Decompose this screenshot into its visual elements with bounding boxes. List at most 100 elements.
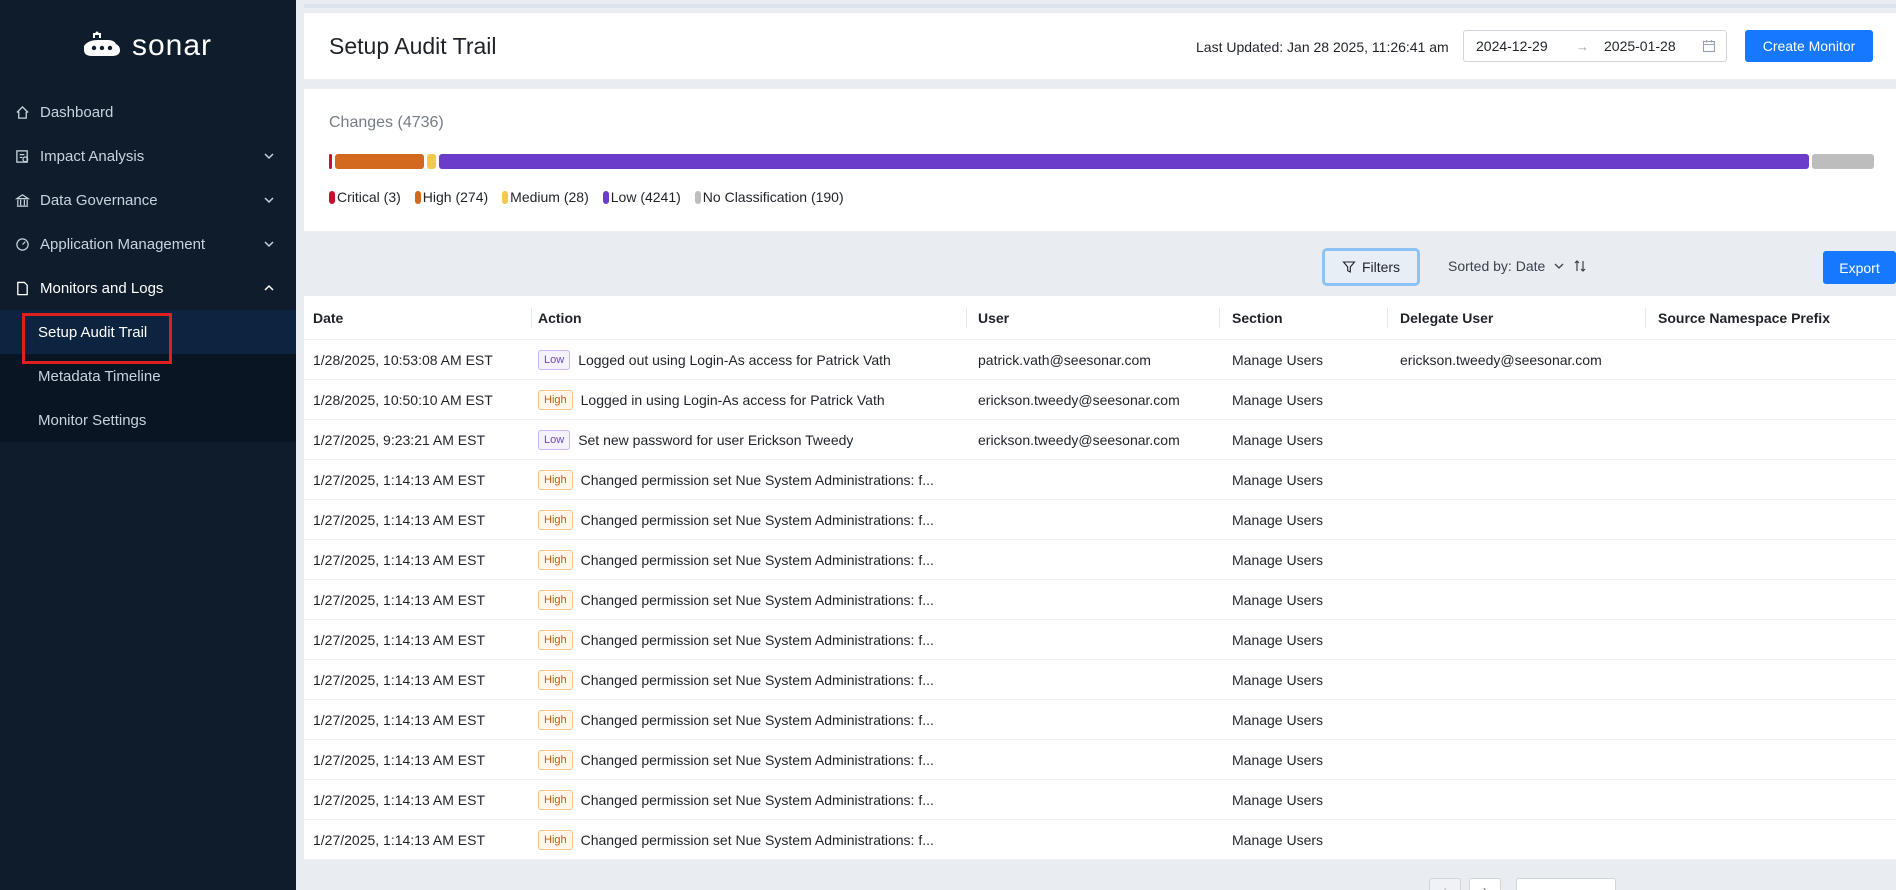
action-text: Changed permission set Nue System Admini… — [580, 831, 934, 848]
main-content: Setup Audit Trail Last Updated: Jan 28 2… — [296, 0, 1896, 890]
cell-date: 1/28/2025, 10:50:10 AM EST — [313, 391, 493, 408]
cell-section: Manage Users — [1232, 791, 1324, 808]
submarine-logo-icon — [84, 31, 120, 56]
last-updated-text: Last Updated: Jan 28 2025, 11:26:41 am — [1196, 39, 1449, 55]
table-row[interactable]: 1/27/2025, 1:14:13 AM EST High Changed per… — [304, 700, 1896, 740]
table-row[interactable]: 1/27/2025, 9:23:21 AM EST Low Set new pass… — [304, 420, 1896, 460]
sidebar-item-impact-analysis[interactable]: Impact Analysis — [0, 134, 296, 178]
date-range-start[interactable]: 2024-12-29 — [1476, 38, 1576, 54]
column-header-action[interactable]: Action — [531, 296, 966, 340]
table-row[interactable]: 1/27/2025, 1:14:13 AM EST High Changed per… — [304, 820, 1896, 860]
legend-item[interactable]: No Classification (190) — [694, 189, 844, 205]
table-row[interactable]: 1/27/2025, 1:14:13 AM EST High Changed per… — [304, 580, 1896, 620]
cell-action: High Changed permission set Nue System Ad… — [531, 829, 966, 850]
file-icon — [14, 280, 30, 296]
action-text: Logged out using Login-As access for Pat… — [578, 351, 891, 368]
severity-badge: High — [538, 669, 573, 690]
sort-control[interactable]: Sorted by: Date — [1448, 258, 1587, 274]
cell-action: High Changed permission set Nue System Ad… — [531, 789, 966, 810]
column-header-date[interactable]: Date — [304, 296, 531, 340]
legend-label: Critical (3) — [337, 189, 401, 205]
bar-segment — [426, 154, 436, 169]
changes-distribution-bar — [329, 154, 1874, 169]
sidebar-item-data-governance[interactable]: Data Governance — [0, 178, 296, 222]
sidebar-subitem-metadata-timeline[interactable]: Metadata Timeline — [0, 354, 296, 398]
page-size-select[interactable] — [1516, 878, 1616, 890]
cell-section: Manage Users — [1232, 391, 1324, 408]
table-row[interactable]: 1/27/2025, 1:14:13 AM EST High Changed per… — [304, 500, 1896, 540]
prev-page-button[interactable]: ‹ — [1429, 878, 1461, 890]
sidebar-item-label: Application Management — [40, 235, 206, 253]
action-text: Changed permission set Nue System Admini… — [580, 551, 934, 568]
legend-item[interactable]: Critical (3) — [329, 189, 401, 205]
logo[interactable]: sonar — [80, 28, 212, 64]
sort-order-icon[interactable] — [1573, 259, 1587, 273]
sidebar-subitem-label: Setup Audit Trail — [38, 323, 148, 341]
table-row[interactable]: 1/27/2025, 1:14:13 AM EST High Changed per… — [304, 660, 1896, 700]
column-header-section[interactable]: Section — [1219, 296, 1387, 340]
chevron-down-icon — [1554, 263, 1564, 269]
severity-badge: High — [538, 749, 573, 770]
column-header-source-namespace-prefix[interactable]: Source Namespace Prefix — [1645, 296, 1896, 340]
action-text: Changed permission set Nue System Admini… — [580, 671, 934, 688]
cell-action: High Changed permission set Nue System Ad… — [531, 749, 966, 770]
chevron-up-icon — [264, 284, 274, 291]
legend-swatch — [329, 190, 335, 204]
column-header-delegate-user[interactable]: Delegate User — [1387, 296, 1645, 340]
cell-section: Manage Users — [1232, 551, 1324, 568]
column-header-user[interactable]: User — [966, 296, 1219, 340]
legend-label: Medium (28) — [510, 189, 589, 205]
date-range-picker[interactable]: 2024-12-29 → 2025-01-28 — [1463, 30, 1727, 62]
top-strip — [304, 4, 1896, 8]
sidebar-item-application-management[interactable]: Application Management — [0, 222, 296, 266]
bar-segment — [329, 154, 332, 169]
legend-item[interactable]: Low (4241) — [602, 189, 681, 205]
cell-user: patrick.vath@seesonar.com — [978, 351, 1151, 368]
chevron-down-icon — [264, 197, 274, 204]
legend-swatch — [502, 190, 509, 204]
legend-item[interactable]: High (274) — [414, 189, 488, 205]
filter-icon — [1342, 261, 1356, 273]
cell-section: Manage Users — [1232, 591, 1324, 608]
table-row[interactable]: 1/27/2025, 1:14:13 AM EST High Changed per… — [304, 460, 1896, 500]
sidebar-subitem-setup-audit-trail[interactable]: Setup Audit Trail — [0, 310, 296, 354]
sidebar-item-dashboard[interactable]: Dashboard — [0, 90, 296, 134]
legend-label: Low (4241) — [610, 189, 681, 205]
table-row[interactable]: 1/27/2025, 1:14:13 AM EST High Changed per… — [304, 540, 1896, 580]
cell-section: Manage Users — [1232, 831, 1324, 848]
impact-icon — [14, 148, 30, 164]
table-row[interactable]: 1/27/2025, 1:14:13 AM EST High Changed per… — [304, 740, 1896, 780]
legend-item[interactable]: Medium (28) — [502, 189, 589, 205]
next-page-button[interactable]: › — [1469, 878, 1501, 890]
sidebar-item-monitors-and-logs[interactable]: Monitors and Logs — [0, 266, 296, 310]
sidebar-item-label: Data Governance — [40, 191, 158, 209]
arrow-right-icon: → — [1576, 38, 1589, 54]
action-text: Changed permission set Nue System Admini… — [580, 591, 934, 608]
severity-badge: High — [538, 829, 573, 850]
sidebar-nav: Dashboard Impact Analysis Data Governanc… — [0, 90, 296, 442]
filters-button[interactable]: Filters — [1322, 248, 1420, 286]
cell-user: erickson.tweedy@seesonar.com — [978, 431, 1180, 448]
table-row[interactable]: 1/27/2025, 1:14:13 AM EST High Changed per… — [304, 780, 1896, 820]
action-text: Changed permission set Nue System Admini… — [580, 791, 934, 808]
cell-section: Manage Users — [1232, 471, 1324, 488]
export-button[interactable]: Export — [1823, 251, 1896, 284]
cell-section: Manage Users — [1232, 711, 1324, 728]
cell-action: High Changed permission set Nue System Ad… — [531, 509, 966, 530]
table-row[interactable]: 1/28/2025, 10:53:08 AM EST Low Logged out … — [304, 340, 1896, 380]
bar-segment — [1812, 154, 1874, 169]
create-monitor-button[interactable]: Create Monitor — [1745, 30, 1873, 62]
pagination: ‹ › — [304, 868, 1896, 890]
severity-badge: High — [538, 589, 573, 610]
cell-date: 1/27/2025, 1:14:13 AM EST — [313, 711, 486, 728]
cell-section: Manage Users — [1232, 511, 1324, 528]
cell-date: 1/27/2025, 1:14:13 AM EST — [313, 511, 486, 528]
severity-badge: Low — [538, 429, 571, 450]
table-row[interactable]: 1/28/2025, 10:50:10 AM EST High Logged in … — [304, 380, 1896, 420]
date-range-end[interactable]: 2025-01-28 — [1604, 38, 1704, 54]
table-row[interactable]: 1/27/2025, 1:14:13 AM EST High Changed per… — [304, 620, 1896, 660]
cell-action: Low Logged out using Login-As access for … — [531, 349, 966, 370]
action-text: Changed permission set Nue System Admini… — [580, 711, 934, 728]
cell-section: Manage Users — [1232, 431, 1324, 448]
sidebar-subitem-monitor-settings[interactable]: Monitor Settings — [0, 398, 296, 442]
